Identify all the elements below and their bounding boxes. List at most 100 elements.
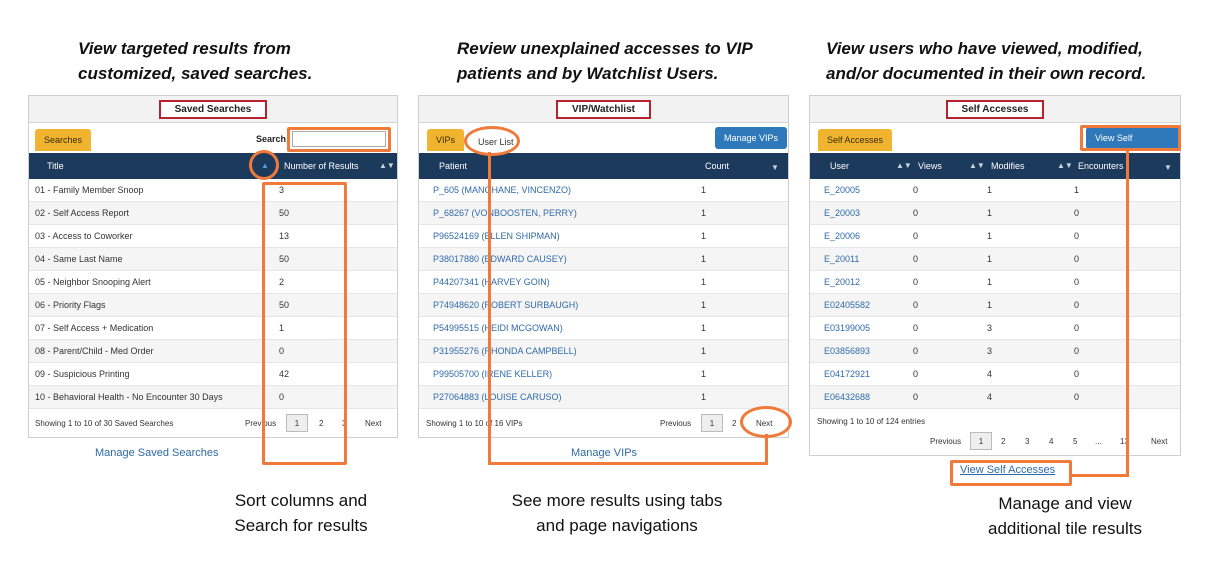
cell-user-link[interactable]: E06432688 [824,386,870,409]
table-row[interactable]: P74948620 (ROBERT SURBAUGH) 1 [419,294,788,317]
cell-views: 0 [913,392,919,402]
column-header-number-of-results[interactable]: Number of Results [284,153,359,179]
table-row[interactable]: E06432688 0 4 0 [810,386,1180,409]
cell-patient-link[interactable]: P99505700 (IRENE KELLER) [433,363,552,386]
cell-patient-link[interactable]: P_605 (MANGHANE, VINCENZO) [433,179,571,202]
cell-patient-link[interactable]: P27064883 (LOUISE CARUSO) [433,386,562,409]
cell-title: 05 - Neighbor Snooping Alert [35,277,151,287]
pager-previous[interactable]: Previous [660,419,691,428]
sort-descending-icon[interactable]: ▼ [771,155,779,181]
cell-patient-link[interactable]: P31955276 (RHONDA CAMPBELL) [433,340,577,363]
sort-descending-icon[interactable]: ▼ [1164,155,1172,181]
caption-self-accesses: View users who have viewed, modified, an… [826,39,1147,83]
table-row[interactable]: P_68267 (VONBOOSTEN, PERRY) 1 [419,202,788,225]
cell-count: 1 [701,300,707,310]
cell-user-link[interactable]: E03199005 [824,317,870,340]
sort-arrows-icon[interactable]: ▲▼ [1057,153,1073,179]
cell-encounters: 1 [1074,185,1080,195]
cell-user-link[interactable]: E03856893 [824,340,870,363]
table-row[interactable]: P38017880 (EDWARD CAUSEY) 1 [419,248,788,271]
cell-count: 1 [701,254,707,264]
column-header-patient[interactable]: Patient [439,153,467,179]
cell-views: 0 [913,277,919,287]
sort-arrows-icon[interactable]: ▲▼ [896,153,912,179]
cell-user-link[interactable]: E_20012 [824,271,860,294]
cell-user-link[interactable]: E_20005 [824,179,860,202]
cell-patient-link[interactable]: P_68267 (VONBOOSTEN, PERRY) [433,202,577,225]
cell-title: 01 - Family Member Snoop [35,185,144,195]
column-header-views[interactable]: Views [918,153,942,179]
cell-user-link[interactable]: E_20006 [824,225,860,248]
table-row[interactable]: P99505700 (IRENE KELLER) 1 [419,363,788,386]
table-row[interactable]: E_20005 0 1 1 [810,179,1180,202]
cell-encounters: 0 [1074,300,1080,310]
table-row[interactable]: E02405582 0 1 0 [810,294,1180,317]
column-header-title[interactable]: Title [47,153,64,179]
cell-user-link[interactable]: E_20011 [824,248,859,271]
cell-patient-link[interactable]: P74948620 (ROBERT SURBAUGH) [433,294,578,317]
annotation-connector [488,462,768,465]
tab-self-accesses[interactable]: Self Accesses [818,129,893,151]
cell-patient-link[interactable]: P38017880 (EDWARD CAUSEY) [433,248,567,271]
search-label: Search: [256,134,290,144]
column-header-user[interactable]: User [830,153,849,179]
cell-title: 03 - Access to Coworker [35,231,133,241]
sort-arrows-icon[interactable]: ▲▼ [969,153,985,179]
table-row[interactable]: P27064883 (LOUISE CARUSO) 1 [419,386,788,409]
annotation-sort-circle [249,150,279,180]
table-row[interactable]: E_20003 0 1 0 [810,202,1180,225]
table-row[interactable]: P96524169 (ELLEN SHIPMAN) 1 [419,225,788,248]
pager-page-2[interactable]: 2 [732,419,736,428]
pager-page-5[interactable]: 5 [1073,437,1077,446]
cell-modifies: 1 [987,185,993,195]
cell-modifies: 3 [987,346,993,356]
cell-encounters: 0 [1074,392,1080,402]
manage-vips-button[interactable]: Manage VIPs [715,127,788,149]
cell-encounters: 0 [1074,208,1080,218]
table-row[interactable]: P_605 (MANGHANE, VINCENZO) 1 [419,179,788,202]
cell-patient-link[interactable]: P96524169 (ELLEN SHIPMAN) [433,225,560,248]
pager-next[interactable]: Next [1151,437,1167,446]
table-row[interactable]: E04172921 0 4 0 [810,363,1180,386]
annotation-view-self-accesses-link [950,460,1072,486]
cell-user-link[interactable]: E04172921 [824,363,870,386]
cell-count: 1 [701,208,707,218]
column-header-modifies[interactable]: Modifies [991,153,1025,179]
column-header-count[interactable]: Count [705,153,729,179]
table-row[interactable]: P54995515 (HEIDI MCGOWAN) 1 [419,317,788,340]
cell-title: 04 - Same Last Name [35,254,123,264]
tab-vips[interactable]: VIPs [427,129,465,151]
pager-page-3[interactable]: 3 [1025,437,1029,446]
manage-saved-searches-link[interactable]: Manage Saved Searches [95,447,219,459]
pager-page-4[interactable]: 4 [1049,437,1053,446]
cell-count: 1 [701,231,707,241]
manage-vips-link[interactable]: Manage VIPs [571,447,637,459]
sort-arrows-icon[interactable]: ▲▼ [379,153,395,179]
cell-user-link[interactable]: E_20003 [824,202,860,225]
cell-patient-link[interactable]: P54995515 (HEIDI MCGOWAN) [433,317,563,340]
pager-previous[interactable]: Previous [930,437,961,446]
cell-patient-link[interactable]: P44207341 (HARVEY GOIN) [433,271,550,294]
table-row[interactable]: E_20012 0 1 0 [810,271,1180,294]
table-info: Showing 1 to 10 of 16 VIPs [426,419,523,428]
note-manage-view: Manage and view additional tile results [987,494,1143,538]
cell-modifies: 4 [987,392,993,402]
pager-page-1[interactable]: 1 [701,414,723,432]
cell-encounters: 0 [1074,277,1080,287]
table-row[interactable]: E_20006 0 1 0 [810,225,1180,248]
cell-title: 09 - Suspicious Printing [35,369,130,379]
table-row[interactable]: E03856893 0 3 0 [810,340,1180,363]
cell-user-link[interactable]: E02405582 [824,294,870,317]
table-row[interactable]: P44207341 (HARVEY GOIN) 1 [419,271,788,294]
cell-count: 1 [701,323,707,333]
pager-next[interactable]: Next [365,419,381,428]
pager-page-2[interactable]: 2 [1001,437,1005,446]
column-header-encounters[interactable]: Encounters [1078,153,1124,179]
table-row[interactable]: E_20011 0 1 0 [810,248,1180,271]
cell-encounters: 0 [1074,346,1080,356]
cell-views: 0 [913,323,919,333]
table-row[interactable]: P31955276 (RHONDA CAMPBELL) 1 [419,340,788,363]
table-row[interactable]: E03199005 0 3 0 [810,317,1180,340]
pager-page-1[interactable]: 1 [970,432,992,450]
tab-searches[interactable]: Searches [35,129,92,151]
